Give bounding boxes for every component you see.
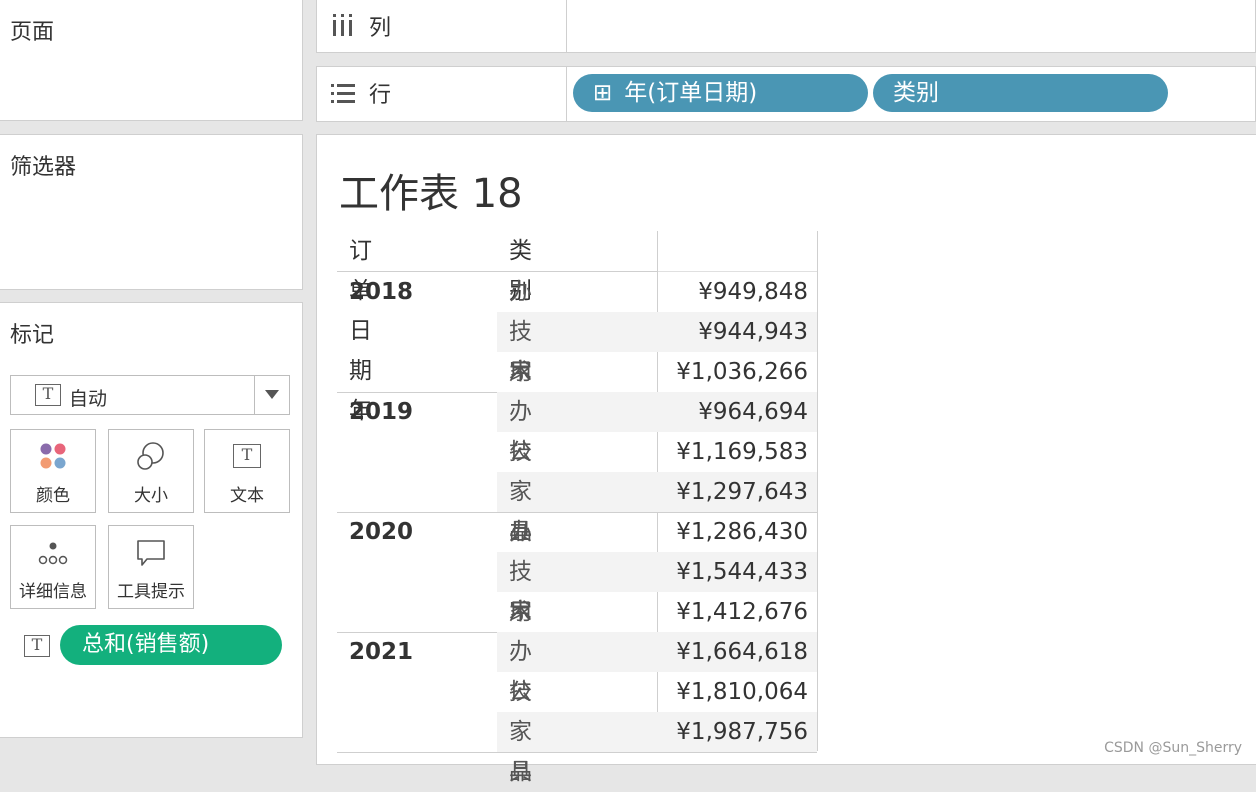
- text-mark-icon: T: [35, 384, 61, 406]
- mark-type-label: 自动: [69, 388, 108, 410]
- sales-value-cell[interactable]: ¥1,810,064: [657, 672, 808, 712]
- size-button[interactable]: 大小: [108, 429, 194, 513]
- rows-shelf[interactable]: 行 ⊞ 年(订单日期) 类别: [316, 66, 1256, 122]
- sheet-title: 工作表 18: [339, 171, 523, 217]
- rows-shelf-label: 行: [317, 67, 567, 121]
- color-label: 颜色: [36, 486, 70, 506]
- pages-title: 页面: [10, 20, 55, 45]
- field-text-icon: T: [24, 635, 50, 657]
- marks-title: 标记: [10, 323, 55, 348]
- columns-icon: [333, 14, 352, 36]
- detail-button[interactable]: 详细信息: [10, 525, 96, 609]
- columns-label: 列: [369, 16, 392, 41]
- sales-value-cell[interactable]: ¥1,412,676: [657, 592, 808, 632]
- sales-value-cell[interactable]: ¥944,943: [657, 312, 808, 352]
- year-order-date-pill[interactable]: ⊞ 年(订单日期): [573, 74, 868, 112]
- sales-value-cell[interactable]: ¥1,036,266: [657, 352, 808, 392]
- size-icon: [109, 440, 193, 474]
- chevron-down-icon[interactable]: [265, 390, 279, 400]
- pages-panel: 页面: [0, 0, 303, 121]
- sum-sales-pill[interactable]: 总和(销售额): [60, 625, 282, 665]
- color-button[interactable]: 颜色: [10, 429, 96, 513]
- worksheet-view: 工作表 18 订单日期 年 类别 2018办公用品¥949,848技术¥944,…: [316, 134, 1256, 785]
- size-label: 大小: [134, 486, 168, 506]
- watermark: CSDN @Sun_Sherry: [1104, 740, 1242, 756]
- tooltip-icon: [109, 536, 193, 570]
- mark-type-dropdown[interactable]: T 自动: [10, 375, 290, 415]
- sales-value-cell[interactable]: ¥1,987,756: [657, 712, 808, 752]
- year-cell[interactable]: 2019: [349, 392, 413, 432]
- filters-title: 筛选器: [10, 155, 77, 180]
- marks-panel: 标记 T 自动 颜色 大小 T 文本 详细信息 工具提示 T 总和(销售额): [0, 302, 303, 738]
- expand-icon[interactable]: ⊞: [593, 74, 612, 112]
- tooltip-button[interactable]: 工具提示: [108, 525, 194, 609]
- columns-shelf[interactable]: 列: [316, 0, 1256, 53]
- sales-value-cell[interactable]: ¥1,664,618: [657, 632, 808, 672]
- sales-value-cell[interactable]: ¥1,169,583: [657, 432, 808, 472]
- text-icon: T: [205, 440, 289, 474]
- sales-value-cell[interactable]: ¥964,694: [657, 392, 808, 432]
- sales-value-cell[interactable]: ¥1,286,430: [657, 512, 808, 552]
- columns-shelf-label: 列: [317, 0, 567, 52]
- category-pill[interactable]: 类别: [873, 74, 1168, 112]
- tooltip-label: 工具提示: [117, 582, 185, 602]
- year-pill-label: 年(订单日期): [624, 80, 758, 106]
- year-cell[interactable]: 2018: [349, 272, 413, 312]
- rows-label: 行: [369, 83, 392, 108]
- filters-panel[interactable]: 筛选器: [0, 134, 303, 290]
- rows-icon: [331, 84, 355, 103]
- text-button[interactable]: T 文本: [204, 429, 290, 513]
- year-cell[interactable]: 2020: [349, 512, 413, 552]
- sales-value-cell[interactable]: ¥949,848: [657, 272, 808, 312]
- year-cell[interactable]: 2021: [349, 632, 413, 672]
- sales-value-cell[interactable]: ¥1,297,643: [657, 472, 808, 512]
- detail-label: 详细信息: [19, 582, 87, 602]
- color-icon: [11, 440, 95, 474]
- detail-icon: [11, 536, 95, 570]
- sales-value-cell[interactable]: ¥1,544,433: [657, 552, 808, 592]
- text-label: 文本: [230, 486, 264, 506]
